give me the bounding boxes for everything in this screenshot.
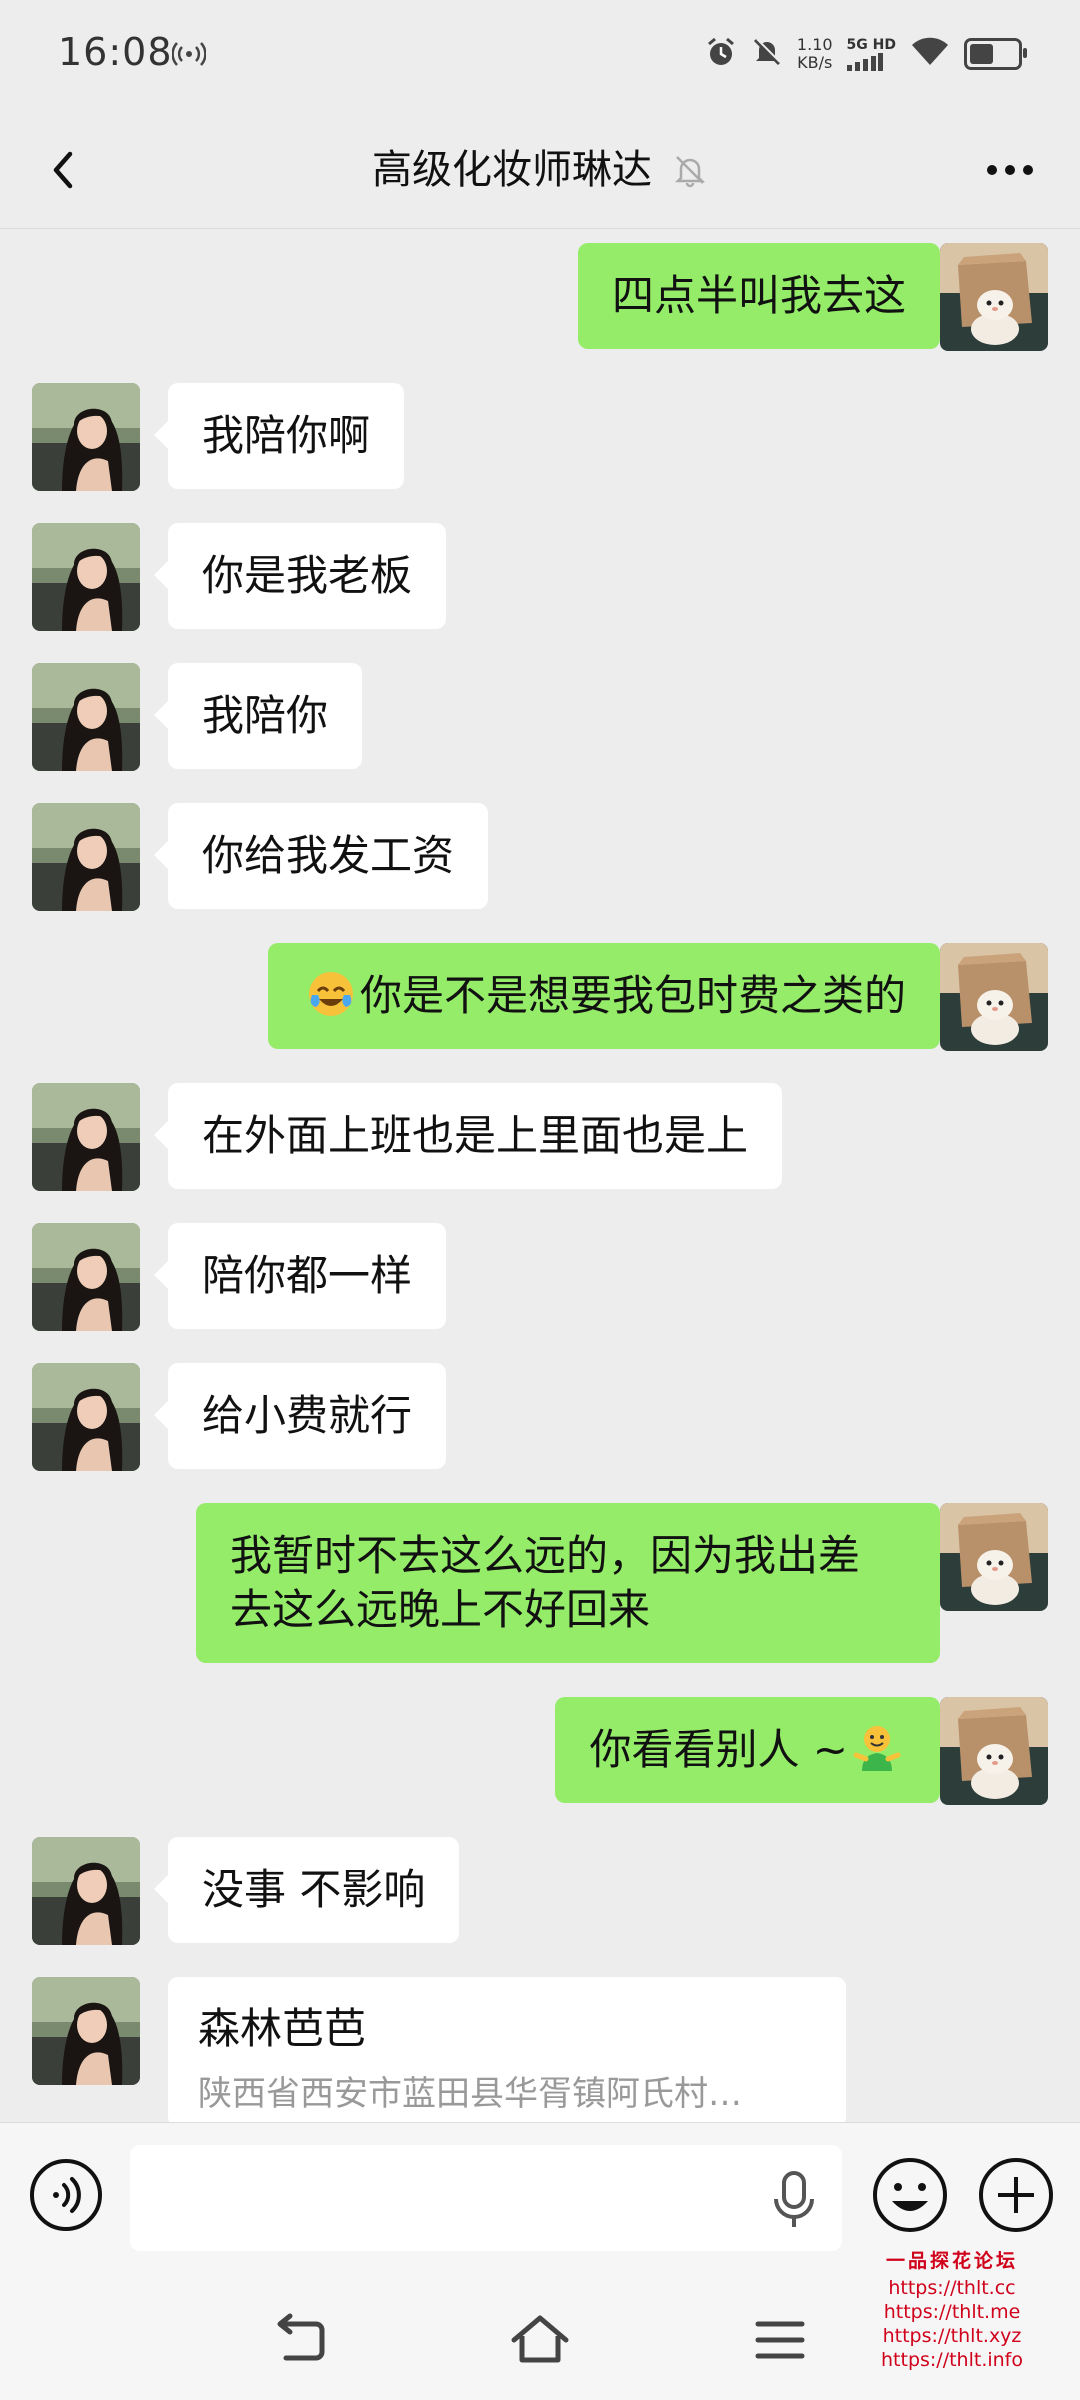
more-options-button[interactable] xyxy=(970,134,1050,206)
location-card[interactable]: 森林芭芭 陕西省西安市蓝田县华胥镇阿氏村… xyxy=(168,1977,846,2122)
contact-avatar[interactable] xyxy=(32,523,140,631)
contact-avatar[interactable] xyxy=(32,803,140,911)
status-bar: 16:08 1.10 KB/s 5G HD xyxy=(0,0,1080,112)
chat-title-container: 高级化妆师琳达 xyxy=(0,134,1080,206)
watermark-url: https://thlt.info xyxy=(881,2349,1023,2371)
more-functions-button[interactable] xyxy=(974,2153,1058,2237)
net-speed-unit: KB/s xyxy=(797,53,833,72)
message-text: 你看看别人 ~ xyxy=(589,1725,848,1774)
watermark-url: https://thlt.xyz xyxy=(882,2325,1022,2347)
contact-avatar[interactable] xyxy=(32,1977,140,2085)
smiley-icon xyxy=(873,2158,947,2232)
contact-avatar[interactable] xyxy=(32,383,140,491)
microphone-button[interactable] xyxy=(766,2165,822,2235)
chat-title: 高级化妆师琳达 xyxy=(372,147,652,193)
location-address: 陕西省西安市蓝田县华胥镇阿氏村… xyxy=(198,2074,742,2114)
microphone-icon xyxy=(774,2171,814,2227)
status-time: 16:08 xyxy=(58,30,173,74)
nav-home-button[interactable] xyxy=(508,2312,572,2368)
contact-avatar[interactable] xyxy=(32,1837,140,1945)
muted-bell-icon xyxy=(674,156,706,188)
received-message[interactable]: 你是我老板 xyxy=(153,523,447,629)
net-speed: 1.10 KB/s xyxy=(797,36,833,72)
message-text: 你是不是想要我包时费之类的 xyxy=(359,971,906,1020)
sent-message[interactable]: 你是不是想要我包时费之类的 xyxy=(267,943,955,1049)
contact-avatar[interactable] xyxy=(32,1223,140,1331)
more-dots-icon xyxy=(987,165,1033,175)
plus-icon xyxy=(979,2158,1053,2232)
received-message[interactable]: 在外面上班也是上里面也是上 xyxy=(153,1083,783,1189)
contact-avatar[interactable] xyxy=(32,1083,140,1191)
received-message[interactable]: 我陪你 xyxy=(153,663,363,769)
sent-message[interactable]: 我暂时不去这么远的，因为我出差 去这么远晚上不好回来 xyxy=(196,1503,954,1663)
return-arrow-icon xyxy=(277,2313,325,2361)
my-avatar[interactable] xyxy=(940,243,1048,351)
sent-message[interactable]: 你看看别人 ~ xyxy=(555,1697,954,1803)
battery-icon xyxy=(964,38,1027,70)
hotspot-icon xyxy=(171,40,207,73)
wifi-icon xyxy=(910,37,950,71)
home-icon xyxy=(511,2315,569,2363)
location-title: 森林芭芭 xyxy=(198,2004,367,2053)
mute-bell-icon xyxy=(751,36,783,72)
received-message[interactable]: 你给我发工资 xyxy=(153,803,489,909)
sent-message[interactable]: 四点半叫我去这 xyxy=(577,243,955,349)
net-speed-value: 1.10 xyxy=(796,35,833,54)
emoji-button[interactable] xyxy=(868,2153,952,2237)
my-avatar[interactable] xyxy=(940,1503,1048,1611)
cellular-signal-icon: 5G HD xyxy=(846,37,896,71)
received-message[interactable]: 给小费就行 xyxy=(153,1363,447,1469)
received-message[interactable]: 没事 不影响 xyxy=(153,1837,460,1943)
laughing-crying-emoji-icon xyxy=(306,969,356,1019)
received-message[interactable]: 我陪你啊 xyxy=(153,383,405,489)
watermark-title: 一品探花论坛 xyxy=(885,2250,1018,2272)
nav-back-button[interactable] xyxy=(268,2312,332,2368)
watermark-url: https://thlt.cc xyxy=(888,2277,1016,2299)
alarm-icon xyxy=(705,36,737,72)
nav-recents-button[interactable] xyxy=(748,2312,812,2368)
contact-avatar[interactable] xyxy=(32,663,140,771)
network-type: 5G HD xyxy=(846,37,896,53)
my-avatar[interactable] xyxy=(940,1697,1048,1805)
my-avatar[interactable] xyxy=(940,943,1048,1051)
chat-header: 高级化妆师琳达 xyxy=(0,112,1080,229)
menu-lines-icon xyxy=(755,2321,805,2359)
chat-message-list[interactable]: 四点半叫我去这 我陪你啊 你是我老板 我陪你 你给我发工资 你是不是想要我包时费… xyxy=(0,229,1080,2122)
message-line: 去这么远晚上不好回来 xyxy=(230,1585,651,1634)
received-message[interactable]: 陪你都一样 xyxy=(153,1223,447,1329)
smiling-figure-emoji-icon xyxy=(852,1723,902,1773)
message-input[interactable] xyxy=(130,2145,842,2251)
watermark: 一品探花论坛 https://thlt.cc https://thlt.me h… xyxy=(852,2246,1052,2372)
voice-toggle-button[interactable] xyxy=(26,2155,106,2235)
status-icons: 1.10 KB/s 5G HD xyxy=(705,30,1027,78)
contact-avatar[interactable] xyxy=(32,1363,140,1471)
message-line: 我暂时不去这么远的，因为我出差 xyxy=(230,1531,861,1580)
voice-icon xyxy=(30,2159,102,2231)
watermark-url: https://thlt.me xyxy=(883,2301,1021,2323)
